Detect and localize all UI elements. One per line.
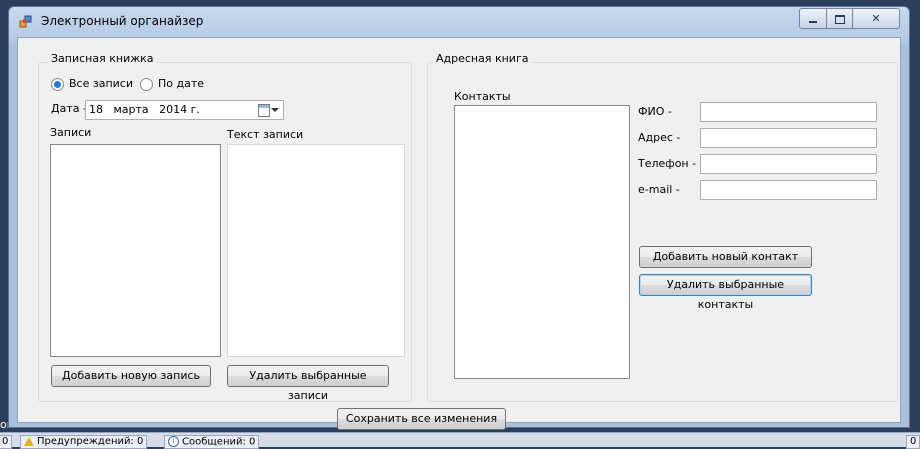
date-value: 18 марта 2014 г. <box>89 103 200 116</box>
entries-label: Записи <box>50 126 92 139</box>
by-date-radio[interactable] <box>140 78 153 91</box>
window-title: Электронный органайзер <box>41 14 204 28</box>
contacts-list[interactable] <box>454 105 630 379</box>
address-field[interactable] <box>700 128 877 148</box>
by-date-label[interactable]: По дате <box>158 77 204 90</box>
fio-field[interactable] <box>700 102 877 122</box>
info-icon: i <box>168 436 179 447</box>
ide-status-strip: 0 Предупреждений: 0 i Сообщений: 0 0 <box>0 432 920 449</box>
right-count: 0 <box>906 435 920 449</box>
calendar-icon[interactable] <box>258 104 270 117</box>
entries-list[interactable] <box>50 144 221 357</box>
add-entry-button[interactable]: Добавить новую запись <box>51 365 211 387</box>
close-button[interactable]: ✕ <box>852 8 900 29</box>
addressbook-group-label: Адресная книга <box>433 52 532 65</box>
minimize-icon <box>809 21 817 23</box>
warning-icon <box>24 436 34 446</box>
contacts-label: Контакты <box>454 90 511 103</box>
minimize-button[interactable] <box>799 8 827 29</box>
fio-label: ФИО - <box>638 105 672 118</box>
warnings-text: Предупреждений: 0 <box>37 436 144 447</box>
phone-label: Телефон - <box>638 157 697 170</box>
entry-text-area[interactable] <box>227 144 405 357</box>
address-label: Адрес - <box>638 131 681 144</box>
left-count: 0 <box>0 435 13 449</box>
warnings-tab[interactable]: Предупреждений: 0 <box>20 435 148 449</box>
add-contact-button[interactable]: Добавить новый контакт <box>639 246 812 268</box>
maximize-button[interactable] <box>826 8 853 29</box>
title-bar[interactable]: Электронный органайзер ✕ <box>9 7 909 37</box>
entry-text-label: Текст записи <box>227 128 304 141</box>
notebook-group-label: Записная книжка <box>48 52 157 65</box>
messages-tab[interactable]: i Сообщений: 0 <box>164 435 260 449</box>
email-field[interactable] <box>700 180 877 200</box>
app-icon <box>19 15 33 29</box>
phone-field[interactable] <box>700 154 877 174</box>
delete-entries-button[interactable]: Удалить выбранные записи <box>227 365 389 402</box>
save-all-button[interactable]: Сохранить все изменения <box>337 408 506 430</box>
close-icon: ✕ <box>871 12 881 25</box>
maximize-icon <box>834 14 845 24</box>
date-label: Дата - <box>51 102 87 115</box>
all-entries-label[interactable]: Все записи <box>69 77 133 90</box>
form-client-area: Записная книжка Все записи По дате Дата … <box>17 37 901 430</box>
app-window: Электронный органайзер ✕ Записная книжка… <box>8 6 910 430</box>
date-picker[interactable]: 18 марта 2014 г. <box>85 100 284 120</box>
chevron-down-icon[interactable] <box>271 108 279 112</box>
all-entries-radio[interactable] <box>51 78 64 91</box>
delete-contacts-button[interactable]: Удалить выбранные контакты <box>639 274 812 311</box>
email-label: e-mail - <box>638 183 680 196</box>
